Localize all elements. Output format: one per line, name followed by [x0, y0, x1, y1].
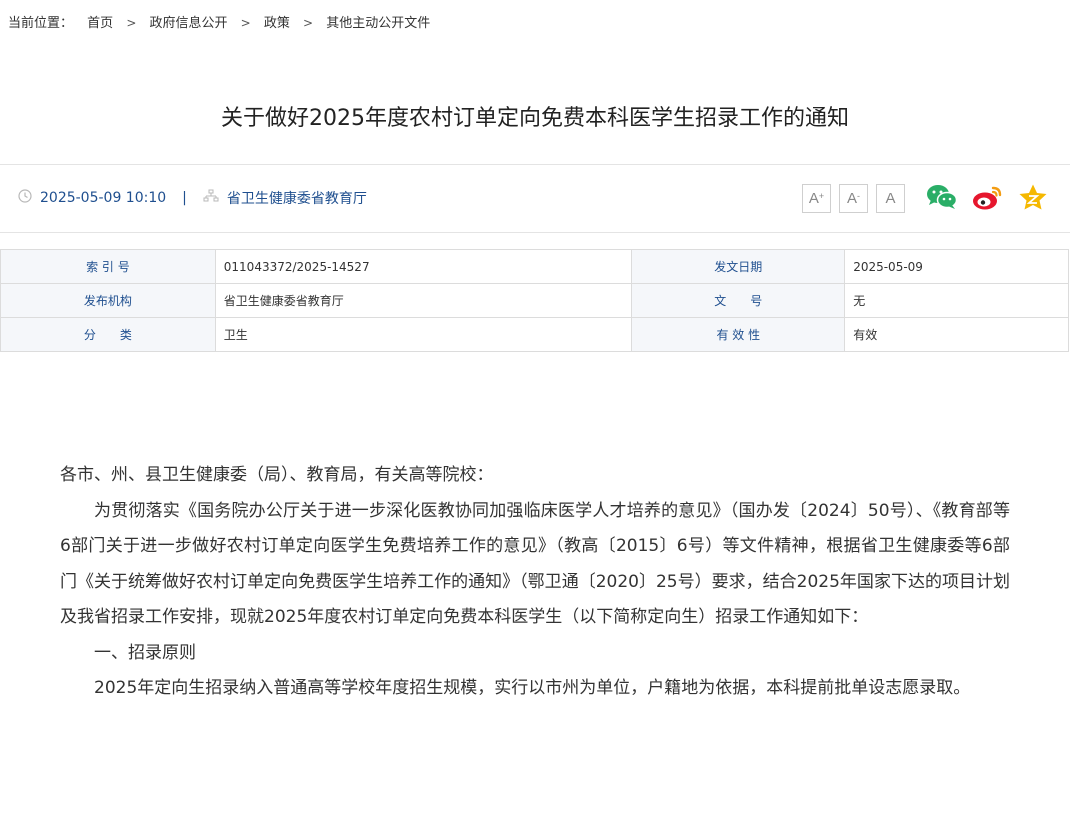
font-increase-button[interactable]: A + — [802, 184, 831, 213]
font-increase-label: A — [808, 190, 819, 207]
table-row: 分 类 卫生 有 效 性 有效 — [0, 317, 1069, 352]
wechat-icon[interactable] — [926, 183, 958, 215]
document-number-label: 文 号 — [631, 283, 846, 318]
document-info-table: 索 引 号 011043372/2025-14527 发文日期 2025-05-… — [0, 249, 1069, 352]
body-paragraph: 2025年定向生招录纳入普通高等学校年度招生规模，实行以市州为单位，户籍地为依据… — [94, 678, 971, 698]
salutation-paragraph: 各市、州、县卫生健康委（局）、教育局，有关高等院校： — [60, 465, 494, 485]
breadcrumb-policy-link[interactable]: 政策 — [264, 16, 290, 31]
publish-date: 2025-05-09 10:10 — [40, 190, 167, 206]
meta-divider: | — [182, 190, 187, 206]
validity-label: 有 效 性 — [631, 317, 846, 352]
issue-date-label: 发文日期 — [631, 249, 846, 284]
divider-top — [0, 164, 1070, 165]
star-icon[interactable] — [1018, 183, 1048, 215]
breadcrumb-separator: > — [240, 16, 251, 30]
validity-value: 有效 — [844, 317, 1069, 352]
document-number-value: 无 — [844, 283, 1069, 318]
breadcrumb-home-link[interactable]: 首页 — [87, 16, 113, 31]
index-number-value: 011043372/2025-14527 — [214, 249, 633, 284]
weibo-icon[interactable] — [972, 183, 1004, 215]
breadcrumb-lead: 当前位置： — [8, 16, 74, 31]
plus-icon: + — [818, 190, 825, 201]
font-reset-button[interactable]: A — [876, 184, 905, 213]
page-title: 关于做好2025年度农村订单定向免费本科医学生招录工作的通知 — [221, 106, 849, 131]
breadcrumb-separator: > — [126, 16, 137, 30]
issuing-agency-value: 省卫生健康委省教育厅 — [214, 283, 633, 318]
minus-icon: - — [857, 190, 860, 201]
body-paragraph: 为贯彻落实《国务院办公厅关于进一步深化医教协同加强临床医学人才培养的意见》（国办… — [60, 500, 1010, 628]
issuing-agency-label: 发布机构 — [0, 283, 216, 318]
article-meta: 2025-05-09 10:10 | 省卫生健康委省教育厅 — [18, 188, 367, 208]
category-label: 分 类 — [0, 317, 216, 352]
share-bar — [926, 183, 1048, 215]
article-body: 各市、州、县卫生健康委（局）、教育局，有关高等院校： 为贯彻落实《国务院办公厅关… — [60, 458, 1010, 707]
font-decrease-label: A — [846, 190, 857, 207]
index-number-label: 索 引 号 — [0, 249, 216, 284]
table-row: 发布机构 省卫生健康委省教育厅 文 号 无 — [0, 283, 1069, 318]
publish-source: 省卫生健康委省教育厅 — [226, 191, 367, 207]
breadcrumb: 当前位置： 首页 > 政府信息公开 > 政策 > 其他主动公开文件 — [8, 12, 430, 31]
issue-date-value: 2025-05-09 — [844, 249, 1069, 284]
category-value: 卫生 — [214, 317, 633, 352]
divider-bottom — [0, 232, 1070, 233]
clock-icon — [18, 189, 32, 207]
organization-icon — [203, 189, 219, 207]
breadcrumb-other-docs-link[interactable]: 其他主动公开文件 — [326, 16, 430, 31]
table-row: 索 引 号 011043372/2025-14527 发文日期 2025-05-… — [0, 249, 1069, 284]
breadcrumb-separator: > — [303, 16, 314, 30]
font-reset-label: A — [885, 190, 896, 207]
section-heading: 一、招录原则 — [94, 642, 196, 663]
font-decrease-button[interactable]: A- — [839, 184, 868, 213]
breadcrumb-gov-info-link[interactable]: 政府信息公开 — [150, 16, 228, 31]
font-size-controls: A + A- A — [802, 184, 905, 213]
